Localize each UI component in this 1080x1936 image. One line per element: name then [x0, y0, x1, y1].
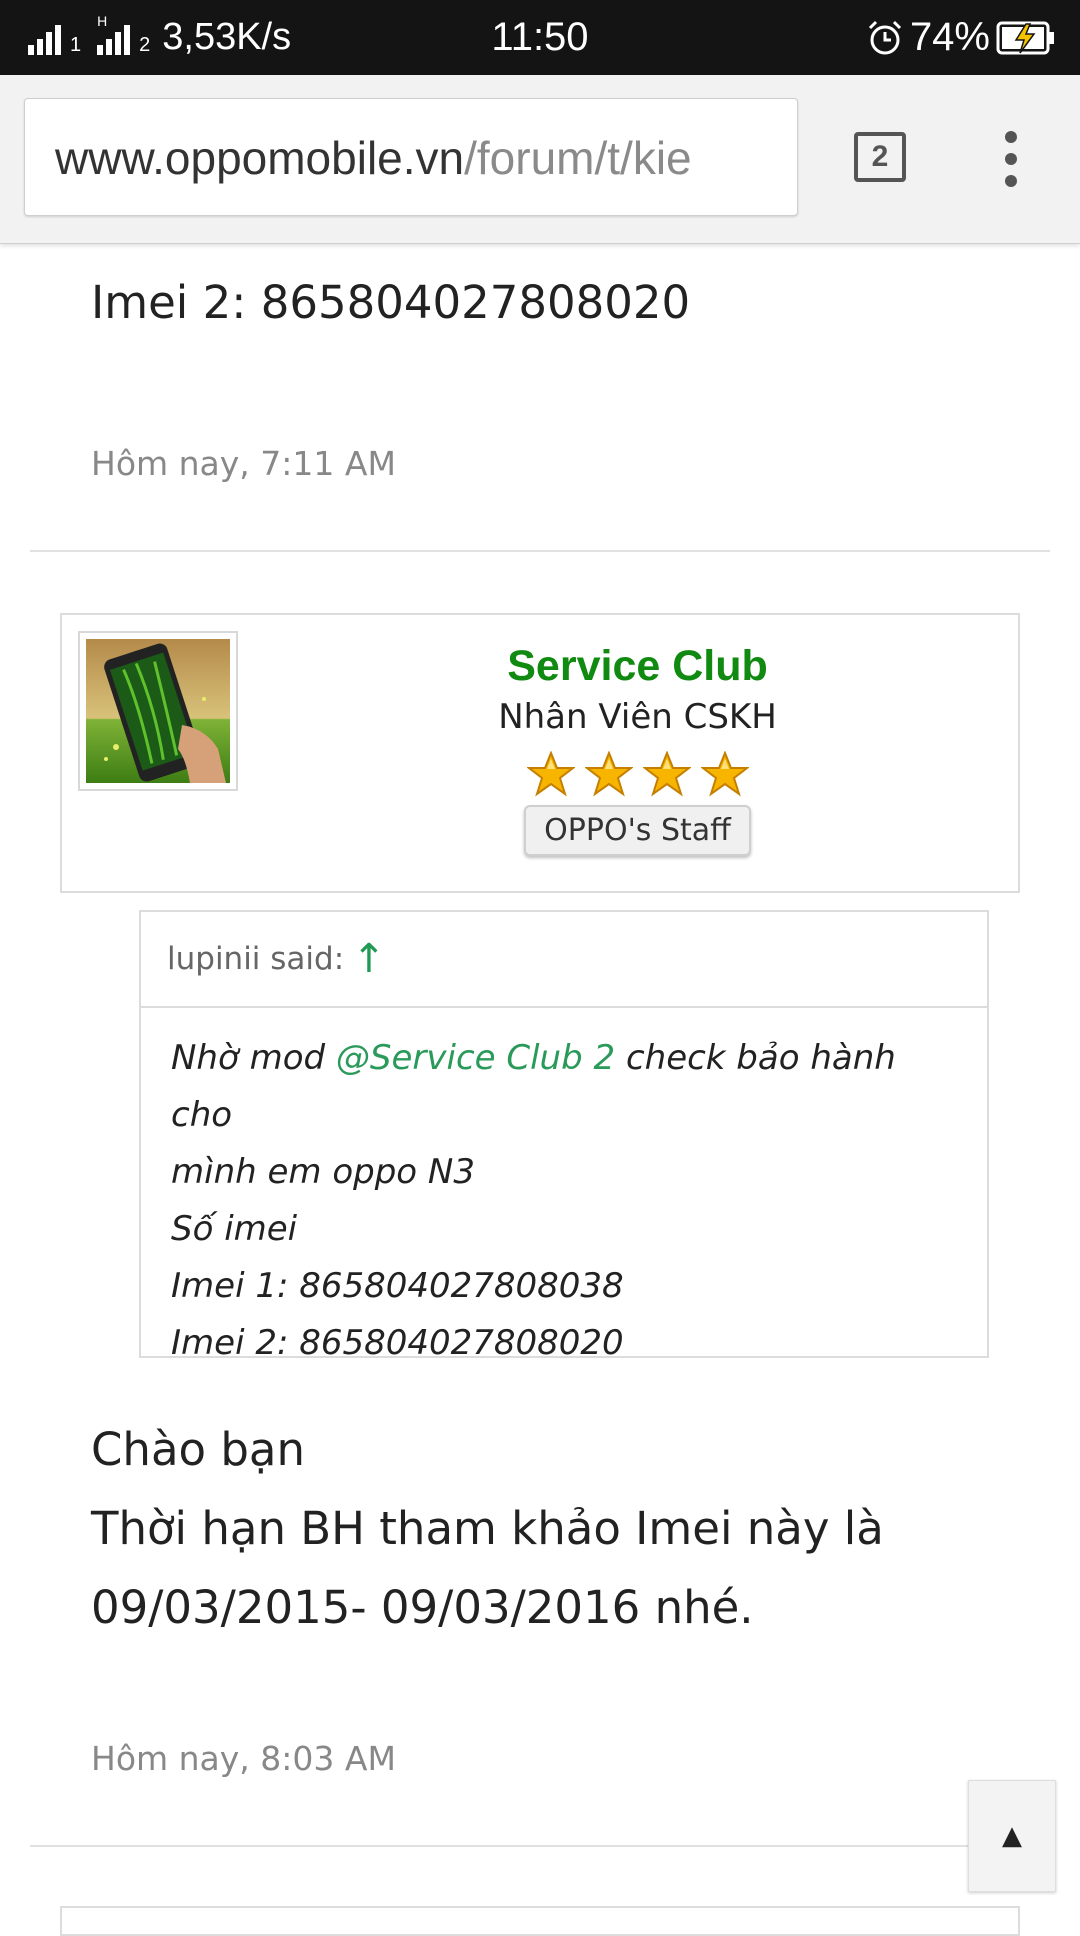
url-host: www.oppomobile.vn: [55, 132, 465, 184]
quote-line: Nhờ mod @Service Club 2 check bảo hành c…: [171, 1030, 957, 1144]
quote-header: lupinii said: ↑: [141, 912, 987, 1008]
post-divider: [30, 1845, 1050, 1847]
mention-link[interactable]: @Service Club 2: [336, 1038, 615, 1078]
quote-line: Imei 2: 865804027808020: [171, 1323, 624, 1363]
alarm-icon: [868, 20, 901, 54]
reply-timestamp[interactable]: Hôm nay, 8:03 AM: [91, 1739, 396, 1778]
quote-line: mình em oppo N3: [171, 1152, 475, 1192]
browser-toolbar: www.oppomobile.vn/forum/t/kie 2: [0, 75, 1080, 244]
user-title: Nhân Viên CSKH: [498, 697, 777, 737]
quote-line: Imei 1: 865804027808038: [171, 1266, 624, 1306]
user-name-link[interactable]: Service Club: [257, 642, 1018, 691]
previous-post-timestamp[interactable]: Hôm nay, 7:11 AM: [91, 444, 396, 483]
star-icon: [584, 751, 633, 797]
reply-greeting: Chào bạn: [91, 1423, 306, 1476]
reply-line: 09/03/2015- 09/03/2016 nhé.: [91, 1581, 754, 1634]
status-bar: 1 H 2 3,53K/s 11:50 74%: [0, 0, 1080, 75]
avatar-image: [86, 639, 230, 783]
status-right: 74%: [866, 0, 1056, 75]
next-user-card: [60, 1906, 1020, 1936]
user-rating-stars: [257, 751, 1018, 797]
star-icon: [700, 751, 749, 797]
scroll-to-top-button[interactable]: ▲: [968, 1780, 1056, 1892]
quote-body: Nhờ mod @Service Club 2 check bảo hành c…: [141, 1008, 987, 1372]
staff-badge: OPPO's Staff: [524, 805, 751, 856]
quote-block: lupinii said: ↑ Nhờ mod @Service Club 2 …: [139, 910, 989, 1363]
battery-charging-icon: [996, 21, 1054, 54]
url-bar[interactable]: www.oppomobile.vn/forum/t/kie: [24, 98, 798, 216]
user-info: Service Club Nhân Viên CSKH OPPO's Staff: [257, 615, 1018, 856]
url-path: /forum/t/kie: [464, 132, 692, 184]
star-icon: [526, 751, 575, 797]
star-icon: [642, 751, 691, 797]
previous-post-imei: Imei 2: 865804027808020: [91, 276, 691, 329]
avatar[interactable]: [78, 631, 238, 791]
phone-avatar-icon: [86, 639, 230, 783]
reply-line: Thời hạn BH tham khảo Imei này là: [91, 1502, 884, 1555]
user-card: Service Club Nhân Viên CSKH OPPO's Staff: [60, 613, 1020, 893]
quote-author: lupinii said:: [167, 941, 345, 977]
battery-percent: 74%: [909, 15, 990, 59]
post-divider: [30, 550, 1050, 552]
jump-to-quote-arrow-icon[interactable]: ↑: [352, 936, 386, 982]
overflow-menu-icon[interactable]: [996, 131, 1026, 187]
quote-line: Số imei: [171, 1209, 298, 1249]
tab-switcher-button[interactable]: 2: [854, 132, 906, 182]
reply-message: Chào bạn Thời hạn BH tham khảo Imei này …: [91, 1410, 884, 1647]
quote-text: Nhờ mod: [171, 1038, 336, 1078]
